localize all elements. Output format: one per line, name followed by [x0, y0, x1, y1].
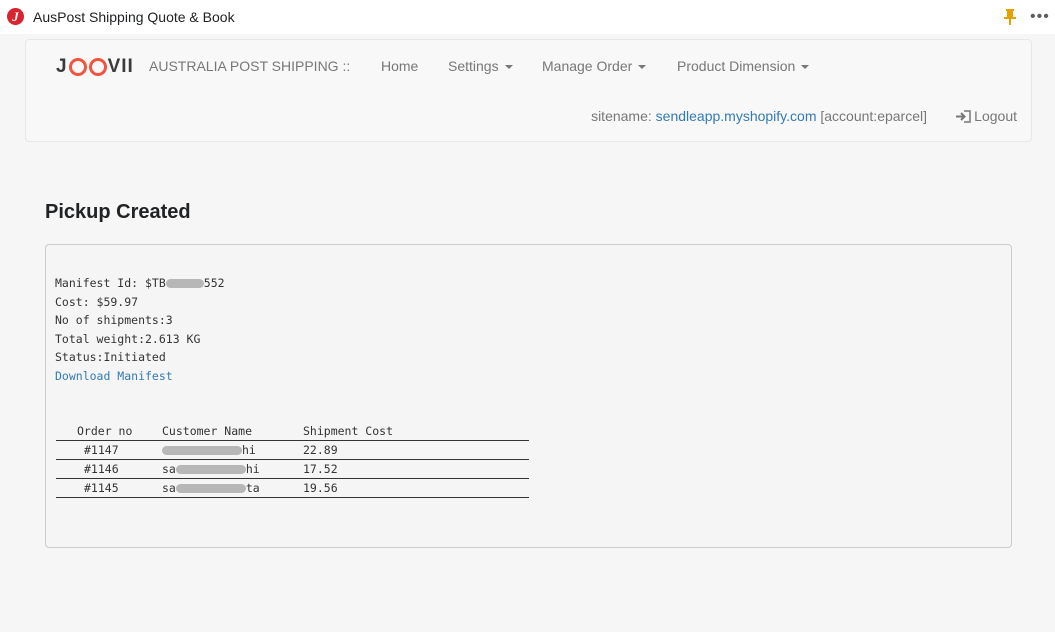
redacted-block — [165, 279, 204, 288]
cost-line: Cost: $59.97 — [55, 295, 139, 309]
redacted-block — [175, 484, 246, 493]
chevron-down-icon — [504, 65, 513, 70]
orders-table: Order no Customer Name Shipment Cost #11… — [56, 423, 529, 498]
shipments-line: No of shipments:3 — [55, 313, 173, 327]
weight-line: Total weight:2.613 KG — [55, 332, 201, 346]
column-header: Customer Name — [162, 423, 303, 441]
table-row: #1147 hi 22.89 — [56, 440, 529, 460]
shipment-cost: 19.56 — [303, 478, 529, 498]
chevron-down-icon — [801, 65, 810, 70]
order-number: #1147 — [56, 440, 162, 460]
window-titlebar: J AusPost Shipping Quote & Book ••• — [0, 0, 1055, 34]
order-number: #1146 — [56, 459, 162, 479]
sitename-info: sitename: sendleapp.myshopify.com [accou… — [591, 108, 927, 124]
account-type: [account:eparcel] — [820, 108, 927, 124]
status-line: Status:Initiated — [55, 350, 166, 364]
column-header: Shipment Cost — [303, 423, 529, 441]
window-title: AusPost Shipping Quote & Book — [33, 9, 235, 25]
table-row: #1146 sa hi 17.52 — [56, 459, 529, 479]
sitename-link[interactable]: sendleapp.myshopify.com — [656, 108, 817, 124]
pickup-details-panel: Manifest Id: $TB 552 Cost: $59.97 No of s… — [45, 244, 1012, 548]
redacted-block — [175, 465, 246, 474]
redacted-block — [162, 446, 242, 455]
chevron-down-icon — [638, 65, 647, 70]
sitename-label: sitename: — [591, 108, 652, 124]
shipment-cost: 22.89 — [303, 440, 529, 460]
customer-name: sa hi — [162, 459, 303, 479]
brand-logo[interactable]: J VII — [56, 56, 134, 78]
manifest-id: Manifest Id: $TB 552 — [55, 276, 225, 290]
nav-app-label: AUSTRALIA POST SHIPPING :: — [149, 58, 351, 74]
logout-icon — [956, 109, 971, 123]
order-number: #1145 — [56, 478, 162, 498]
nav-manage-order-dropdown[interactable]: Manage Order — [542, 58, 647, 74]
column-header: Order no — [56, 423, 162, 441]
more-options-icon[interactable]: ••• — [1030, 9, 1050, 25]
nav-home[interactable]: Home — [381, 58, 418, 74]
top-navbar: J VII AUSTRALIA POST SHIPPING :: Home Set… — [25, 39, 1032, 142]
logout-button[interactable]: Logout — [955, 108, 1017, 124]
pin-icon[interactable] — [1003, 9, 1017, 25]
nav-product-dimension-dropdown[interactable]: Product Dimension — [677, 58, 810, 74]
download-manifest-link[interactable]: Download Manifest — [55, 369, 173, 383]
customer-name: sa ta — [162, 478, 303, 498]
customer-name: hi — [162, 440, 303, 460]
page-title: Pickup Created — [45, 201, 191, 223]
table-row: #1145 sa ta 19.56 — [56, 478, 529, 498]
nav-settings-dropdown[interactable]: Settings — [448, 58, 513, 74]
shipment-cost: 17.52 — [303, 459, 529, 479]
app-logo-icon: J — [7, 8, 24, 25]
